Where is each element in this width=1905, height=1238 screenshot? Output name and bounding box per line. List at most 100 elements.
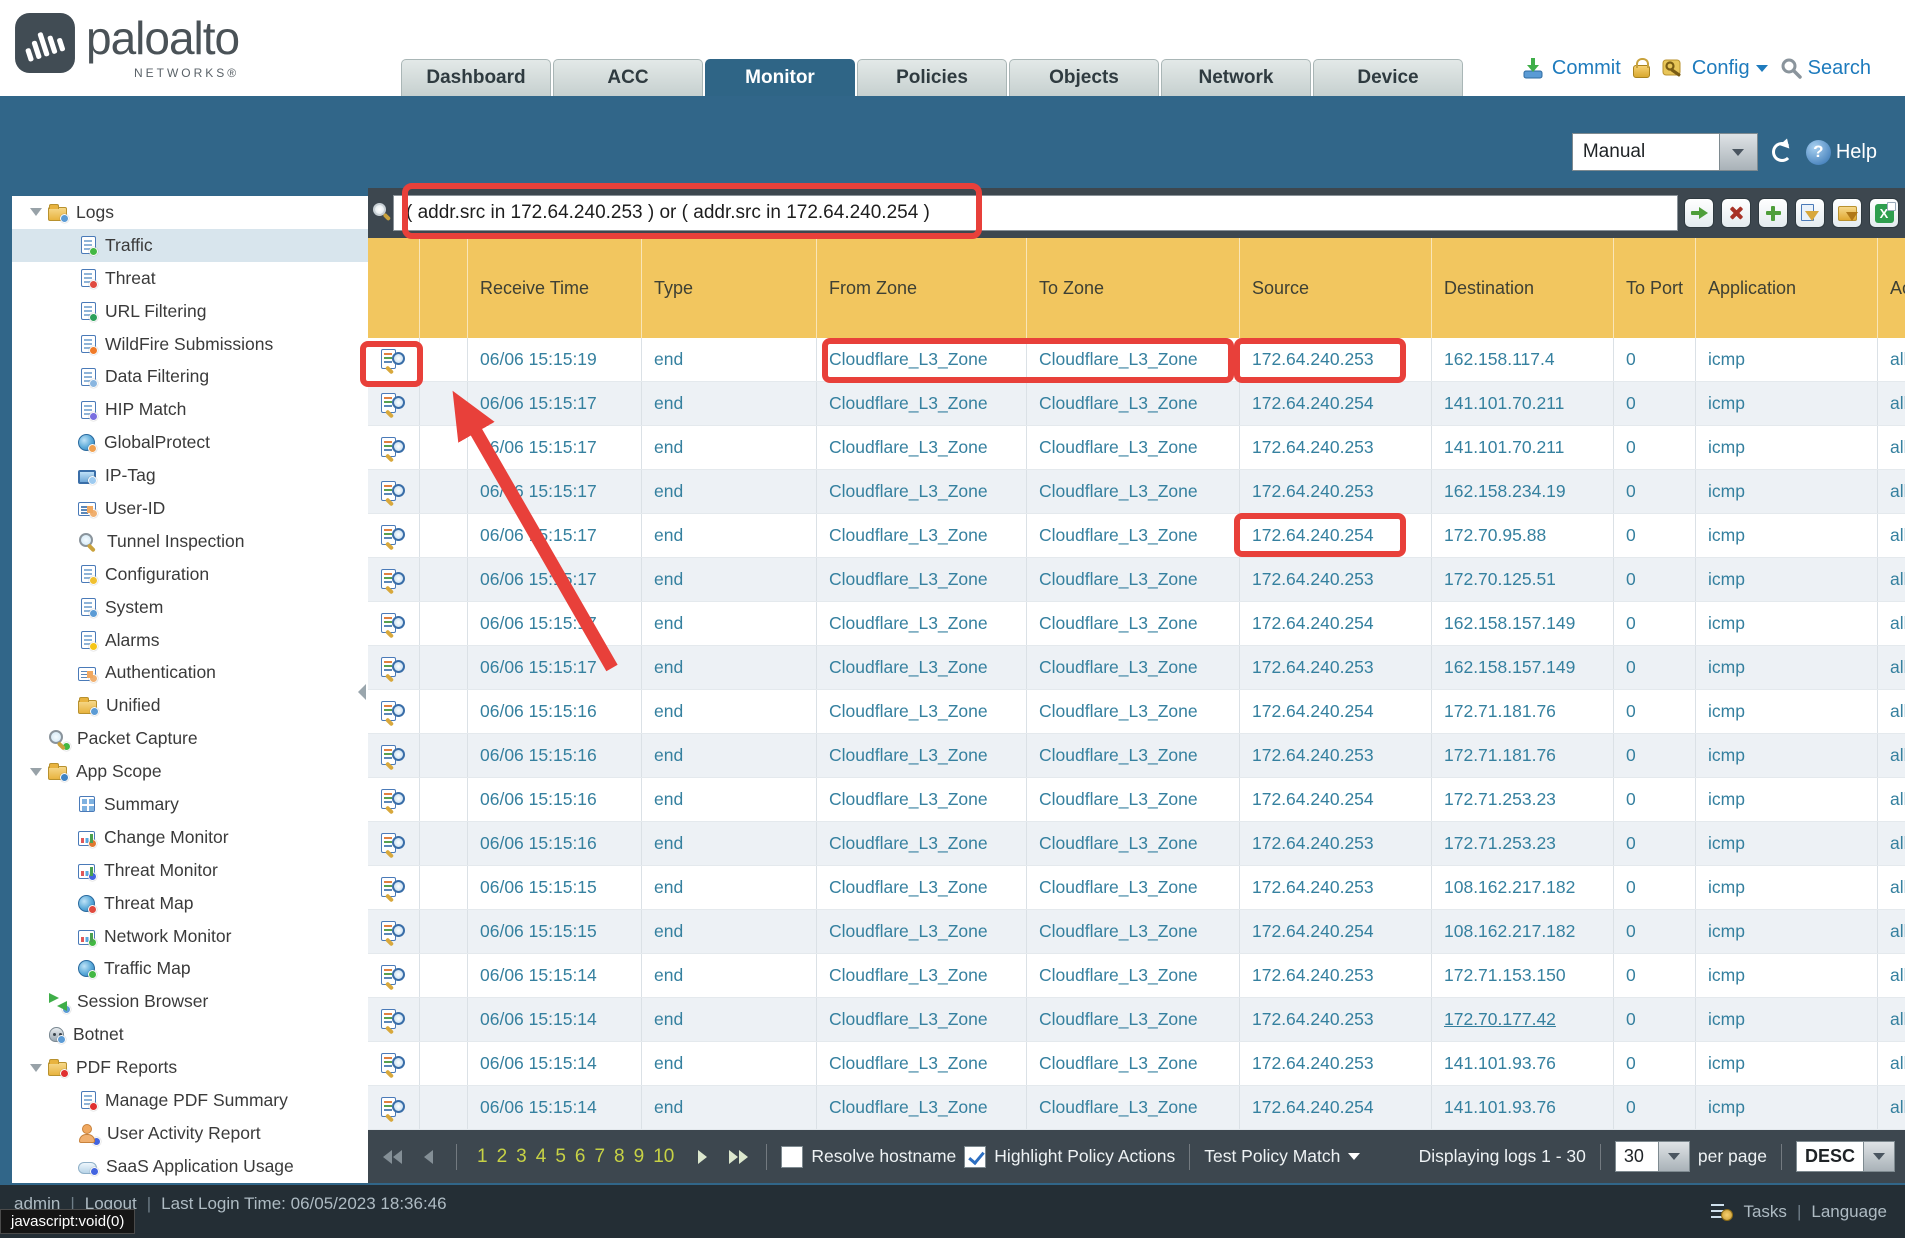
expand-triangle-icon[interactable] <box>24 208 48 216</box>
refresh-interval-dropdown-button[interactable] <box>1720 133 1758 171</box>
cell-dst[interactable]: 141.101.70.211 <box>1432 382 1614 425</box>
cell-port[interactable]: 0 <box>1614 954 1696 997</box>
prev-page-button[interactable] <box>414 1144 442 1170</box>
cell-from[interactable]: Cloudflare_L3_Zone <box>817 470 1027 513</box>
cell-app[interactable]: icmp <box>1696 646 1878 689</box>
cell-to[interactable]: Cloudflare_L3_Zone <box>1027 1042 1240 1085</box>
cell-from[interactable]: Cloudflare_L3_Zone <box>817 778 1027 821</box>
cell-type[interactable]: end <box>642 778 817 821</box>
cell-detail[interactable] <box>368 426 420 469</box>
cell-type[interactable]: end <box>642 558 817 601</box>
page-number-4[interactable]: 4 <box>536 1146 547 1168</box>
page-number-10[interactable]: 10 <box>653 1146 674 1168</box>
cell-to[interactable]: Cloudflare_L3_Zone <box>1027 954 1240 997</box>
cell-detail[interactable] <box>368 866 420 909</box>
cell-from[interactable]: Cloudflare_L3_Zone <box>817 382 1027 425</box>
cell-action[interactable]: allow <box>1878 954 1905 997</box>
cell-time[interactable]: 06/06 15:15:17 <box>468 646 642 689</box>
cell-from[interactable]: Cloudflare_L3_Zone <box>817 690 1027 733</box>
cell-to[interactable]: Cloudflare_L3_Zone <box>1027 998 1240 1041</box>
cell-action[interactable]: allow <box>1878 866 1905 909</box>
cell-time[interactable]: 06/06 15:15:16 <box>468 690 642 733</box>
cell-dst[interactable]: 172.71.253.23 <box>1432 778 1614 821</box>
cell-action[interactable]: allow <box>1878 822 1905 865</box>
cell-type[interactable]: end <box>642 338 817 381</box>
cell-time[interactable]: 06/06 15:15:17 <box>468 514 642 557</box>
sidebar-item-wildfire-submissions[interactable]: WildFire Submissions <box>12 328 368 361</box>
cell-to[interactable]: Cloudflare_L3_Zone <box>1027 646 1240 689</box>
cell-dst[interactable]: 108.162.217.182 <box>1432 910 1614 953</box>
cell-app[interactable]: icmp <box>1696 382 1878 425</box>
cell-src[interactable]: 172.64.240.253 <box>1240 866 1432 909</box>
cell-to[interactable]: Cloudflare_L3_Zone <box>1027 778 1240 821</box>
cell-src[interactable]: 172.64.240.254 <box>1240 910 1432 953</box>
cell-src[interactable]: 172.64.240.254 <box>1240 382 1432 425</box>
log-detail-icon[interactable] <box>380 524 407 548</box>
column-header-port[interactable]: To Port <box>1614 238 1696 338</box>
cell-port[interactable]: 0 <box>1614 1042 1696 1085</box>
cell-src[interactable]: 172.64.240.253 <box>1240 426 1432 469</box>
cell-time[interactable]: 06/06 15:15:19 <box>468 338 642 381</box>
cell-app[interactable]: icmp <box>1696 426 1878 469</box>
cell-detail[interactable] <box>368 778 420 821</box>
cell-port[interactable]: 0 <box>1614 998 1696 1041</box>
column-header-from[interactable]: From Zone <box>817 238 1027 338</box>
sidebar-item-network-monitor[interactable]: Network Monitor <box>12 920 368 953</box>
page-number-2[interactable]: 2 <box>497 1146 508 1168</box>
cell-app[interactable]: icmp <box>1696 602 1878 645</box>
cell-src[interactable]: 172.64.240.253 <box>1240 470 1432 513</box>
sidebar-item-packet-capture[interactable]: Packet Capture <box>12 722 368 755</box>
cell-port[interactable]: 0 <box>1614 514 1696 557</box>
column-header-app[interactable]: Application <box>1696 238 1878 338</box>
cell-from[interactable]: Cloudflare_L3_Zone <box>817 998 1027 1041</box>
log-detail-icon[interactable] <box>380 700 407 724</box>
sidebar-item-hip-match[interactable]: HIP Match <box>12 393 368 426</box>
log-detail-icon[interactable] <box>380 744 407 768</box>
cell-src[interactable]: 172.64.240.254 <box>1240 1086 1432 1129</box>
help-button[interactable]: Help <box>1806 140 1877 165</box>
cell-src[interactable]: 172.64.240.253 <box>1240 822 1432 865</box>
sidebar-item-data-filtering[interactable]: Data Filtering <box>12 360 368 393</box>
export-button[interactable] <box>1869 198 1899 228</box>
cell-app[interactable]: icmp <box>1696 998 1878 1041</box>
tab-dashboard[interactable]: Dashboard <box>401 59 551 96</box>
config-menu-button[interactable]: Config <box>1662 57 1768 80</box>
next-page-button[interactable] <box>688 1144 716 1170</box>
cell-action[interactable]: allow <box>1878 690 1905 733</box>
sidebar-item-threat[interactable]: Threat <box>12 262 368 295</box>
filter-builder-button[interactable] <box>1795 198 1825 228</box>
cell-src[interactable]: 172.64.240.254 <box>1240 602 1432 645</box>
page-number-5[interactable]: 5 <box>555 1146 566 1168</box>
add-filter-button[interactable] <box>1758 198 1788 228</box>
sidebar-item-unified[interactable]: Unified <box>12 689 368 722</box>
tab-objects[interactable]: Objects <box>1009 59 1159 96</box>
cell-detail[interactable] <box>368 822 420 865</box>
sidebar-item-threat-monitor[interactable]: Threat Monitor <box>12 854 368 887</box>
cell-type[interactable]: end <box>642 954 817 997</box>
cell-port[interactable]: 0 <box>1614 646 1696 689</box>
cell-type[interactable]: end <box>642 690 817 733</box>
cell-app[interactable]: icmp <box>1696 910 1878 953</box>
log-detail-icon[interactable] <box>380 480 407 504</box>
tab-policies[interactable]: Policies <box>857 59 1007 96</box>
cell-port[interactable]: 0 <box>1614 866 1696 909</box>
log-detail-icon[interactable] <box>380 1052 407 1076</box>
log-detail-icon[interactable] <box>380 392 407 416</box>
test-policy-match-button[interactable]: Test Policy Match <box>1204 1146 1360 1167</box>
cell-action[interactable]: allow <box>1878 910 1905 953</box>
sort-order-dropdown-button[interactable] <box>1864 1141 1895 1172</box>
sidebar-item-system[interactable]: System <box>12 591 368 624</box>
sidebar-item-summary[interactable]: Summary <box>12 788 368 821</box>
cell-dst[interactable]: 162.158.234.19 <box>1432 470 1614 513</box>
cell-type[interactable]: end <box>642 514 817 557</box>
cell-from[interactable]: Cloudflare_L3_Zone <box>817 646 1027 689</box>
expand-triangle-icon[interactable] <box>24 768 48 776</box>
cell-action[interactable]: allow <box>1878 602 1905 645</box>
cell-port[interactable]: 0 <box>1614 734 1696 777</box>
cell-dst[interactable]: 172.70.125.51 <box>1432 558 1614 601</box>
cell-from[interactable]: Cloudflare_L3_Zone <box>817 734 1027 777</box>
cell-action[interactable]: allow <box>1878 382 1905 425</box>
cell-time[interactable]: 06/06 15:15:14 <box>468 1086 642 1129</box>
resolve-hostname-checkbox[interactable] <box>781 1146 803 1168</box>
cell-action[interactable]: allow <box>1878 646 1905 689</box>
